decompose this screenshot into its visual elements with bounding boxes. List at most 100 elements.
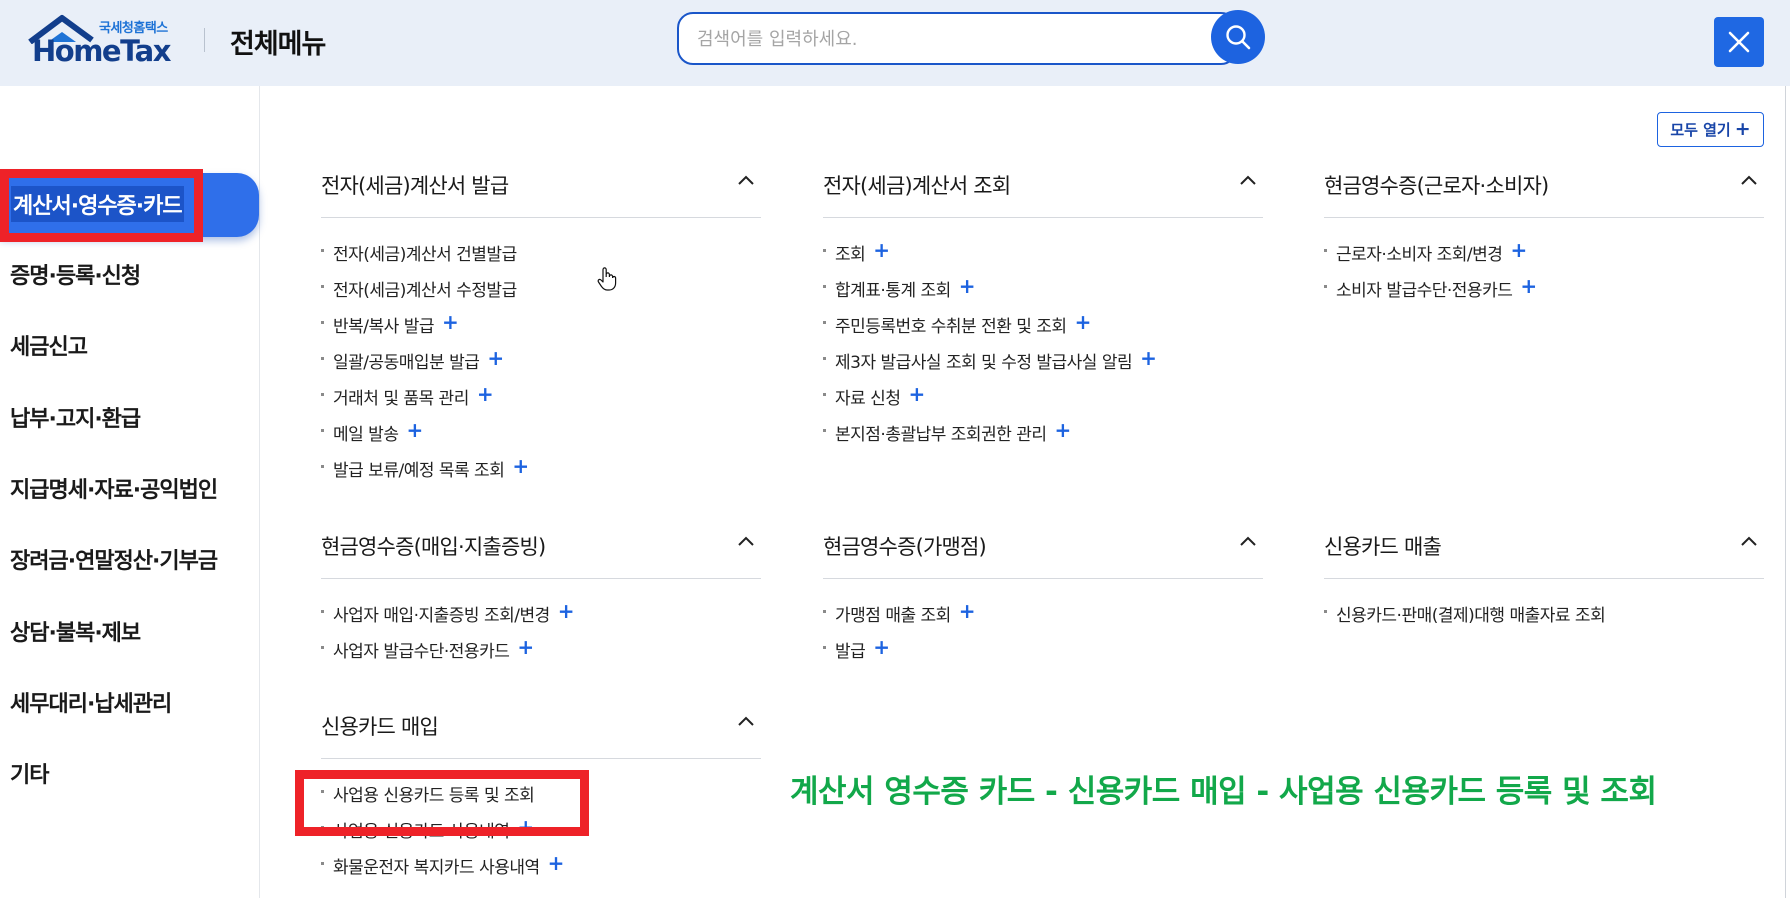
chevron-up-icon[interactable] bbox=[737, 535, 755, 547]
section-list: 근로자·소비자 조회/변경 + 소비자 발급수단·전용카드 + bbox=[1324, 240, 1764, 312]
menu-link[interactable]: 합계표·통계 조회 bbox=[835, 276, 951, 301]
menu-section: 현금영수증(근로자·소비자) 근로자·소비자 조회/변경 + 소비자 발급수단·전… bbox=[1324, 160, 1764, 312]
list-item[interactable]: 자료 신청 + bbox=[823, 384, 1263, 420]
chevron-up-icon[interactable] bbox=[1740, 535, 1758, 547]
menu-link[interactable]: 자료 신청 bbox=[835, 384, 901, 409]
plus-icon[interactable]: + bbox=[1510, 240, 1527, 260]
menu-link[interactable]: 주민등록번호 수취분 전환 및 조회 bbox=[835, 312, 1067, 337]
plus-icon: + bbox=[1734, 118, 1751, 140]
section-header[interactable]: 신용카드 매출 bbox=[1324, 521, 1764, 579]
chevron-up-icon[interactable] bbox=[737, 174, 755, 186]
list-item[interactable]: 화물운전자 복지카드 사용내역 + bbox=[321, 853, 761, 889]
expand-all-button[interactable]: 모두 열기 + bbox=[1657, 112, 1764, 147]
plus-icon[interactable]: + bbox=[873, 637, 890, 657]
list-item[interactable]: 합계표·통계 조회 + bbox=[823, 276, 1263, 312]
menu-link[interactable]: 일괄/공동매입분 발급 bbox=[333, 348, 480, 373]
hometax-logo[interactable]: 국세청홈택스 HomeTax bbox=[26, 14, 186, 68]
plus-icon[interactable]: + bbox=[558, 601, 575, 621]
sidebar-item-incentives[interactable]: 장려금·연말정산·기부금 bbox=[10, 543, 218, 575]
menu-link[interactable]: 화물운전자 복지카드 사용내역 bbox=[333, 853, 540, 878]
menu-link[interactable]: 발급 bbox=[835, 637, 866, 662]
menu-section: 전자(세금)계산서 발급 전자(세금)계산서 건별발급 전자(세금)계산서 수정… bbox=[321, 160, 761, 492]
menu-link[interactable]: 소비자 발급수단·전용카드 bbox=[1336, 276, 1513, 301]
menu-link[interactable]: 사업자 매입·지출증빙 조회/변경 bbox=[333, 601, 550, 626]
plus-icon[interactable]: + bbox=[1055, 420, 1072, 440]
plus-icon[interactable]: + bbox=[1520, 276, 1537, 296]
section-title: 전자(세금)계산서 조회 bbox=[823, 174, 1011, 198]
section-header[interactable]: 현금영수증(매입·지출증빙) bbox=[321, 521, 761, 579]
close-button[interactable] bbox=[1714, 17, 1764, 67]
plus-icon[interactable]: + bbox=[1140, 348, 1157, 368]
menu-link[interactable]: 근로자·소비자 조회/변경 bbox=[1336, 240, 1503, 265]
list-item[interactable]: 소비자 발급수단·전용카드 + bbox=[1324, 276, 1764, 312]
menu-link[interactable]: 전자(세금)계산서 건별발급 bbox=[333, 240, 517, 265]
search-button[interactable] bbox=[1211, 10, 1265, 64]
list-item[interactable]: 전자(세금)계산서 건별발급 bbox=[321, 240, 761, 276]
section-header[interactable]: 전자(세금)계산서 발급 bbox=[321, 160, 761, 218]
section-title: 신용카드 매출 bbox=[1324, 535, 1442, 559]
menu-link[interactable]: 조회 bbox=[835, 240, 866, 265]
menu-link[interactable]: 본지점·총괄납부 조회권한 관리 bbox=[835, 420, 1047, 445]
sidebar-item-payment[interactable]: 납부·고지·환급 bbox=[10, 401, 141, 433]
search-input[interactable] bbox=[697, 24, 1177, 54]
section-header[interactable]: 현금영수증(근로자·소비자) bbox=[1324, 160, 1764, 218]
plus-icon[interactable]: + bbox=[959, 601, 976, 621]
sidebar-item-certification[interactable]: 증명·등록·신청 bbox=[10, 258, 141, 290]
menu-link[interactable]: 반복/복사 발급 bbox=[333, 312, 434, 337]
sidebar-item-tax-agent[interactable]: 세무대리·납세관리 bbox=[10, 686, 172, 718]
section-header[interactable]: 신용카드 매입 bbox=[321, 701, 761, 759]
plus-icon[interactable]: + bbox=[487, 348, 504, 368]
menu-link[interactable]: 전자(세금)계산서 수정발급 bbox=[333, 276, 517, 301]
plus-icon[interactable]: + bbox=[548, 853, 565, 873]
list-item[interactable]: 사업자 발급수단·전용카드 + bbox=[321, 637, 761, 673]
menu-link[interactable]: 신용카드·판매(결제)대행 매출자료 조회 bbox=[1336, 601, 1606, 626]
list-item[interactable]: 조회 + bbox=[823, 240, 1263, 276]
list-item[interactable]: 사업자 매입·지출증빙 조회/변경 + bbox=[321, 601, 761, 637]
menu-link[interactable]: 가맹점 매출 조회 bbox=[835, 601, 951, 626]
list-item[interactable]: 신용카드·판매(결제)대행 매출자료 조회 bbox=[1324, 601, 1764, 637]
plus-icon[interactable]: + bbox=[959, 276, 976, 296]
menu-link[interactable]: 메일 발송 bbox=[333, 420, 399, 445]
list-item[interactable]: 주민등록번호 수취분 전환 및 조회 + bbox=[823, 312, 1263, 348]
list-item[interactable]: 본지점·총괄납부 조회권한 관리 + bbox=[823, 420, 1263, 456]
section-list: 가맹점 매출 조회 + 발급 + bbox=[823, 601, 1263, 673]
list-item[interactable]: 거래처 및 품목 관리 + bbox=[321, 384, 761, 420]
menu-section: 현금영수증(가맹점) 가맹점 매출 조회 + 발급 + bbox=[823, 521, 1263, 673]
sidebar-item-consulting[interactable]: 상담·불복·제보 bbox=[10, 615, 141, 647]
plus-icon[interactable]: + bbox=[1075, 312, 1092, 332]
sidebar: 계산서·영수증·카드 증명·등록·신청 세금신고 납부·고지·환급 지급명세·자… bbox=[0, 86, 260, 898]
plus-icon[interactable]: + bbox=[512, 456, 529, 476]
list-item[interactable]: 근로자·소비자 조회/변경 + bbox=[1324, 240, 1764, 276]
chevron-up-icon[interactable] bbox=[1239, 535, 1257, 547]
list-item[interactable]: 반복/복사 발급 + bbox=[321, 312, 761, 348]
menu-link[interactable]: 사업자 발급수단·전용카드 bbox=[333, 637, 510, 662]
menu-link[interactable]: 제3자 발급사실 조회 및 수정 발급사실 알림 bbox=[835, 348, 1133, 373]
section-title: 신용카드 매입 bbox=[321, 715, 439, 739]
sidebar-item-tax-filing[interactable]: 세금신고 bbox=[10, 329, 88, 361]
sidebar-item-statements[interactable]: 지급명세·자료·공익법인 bbox=[10, 472, 218, 504]
list-item[interactable]: 전자(세금)계산서 수정발급 bbox=[321, 276, 761, 312]
search-box[interactable] bbox=[677, 12, 1237, 65]
chevron-up-icon[interactable] bbox=[1740, 174, 1758, 186]
sidebar-item-etc[interactable]: 기타 bbox=[10, 757, 49, 789]
menu-section: 현금영수증(매입·지출증빙) 사업자 매입·지출증빙 조회/변경 + 사업자 발급… bbox=[321, 521, 761, 673]
plus-icon[interactable]: + bbox=[442, 312, 459, 332]
menu-link[interactable]: 발급 보류/예정 목록 조회 bbox=[333, 456, 505, 481]
list-item[interactable]: 메일 발송 + bbox=[321, 420, 761, 456]
list-item[interactable]: 가맹점 매출 조회 + bbox=[823, 601, 1263, 637]
chevron-up-icon[interactable] bbox=[737, 715, 755, 727]
section-list: 신용카드·판매(결제)대행 매출자료 조회 bbox=[1324, 601, 1764, 637]
plus-icon[interactable]: + bbox=[908, 384, 925, 404]
plus-icon[interactable]: + bbox=[406, 420, 423, 440]
menu-link[interactable]: 거래처 및 품목 관리 bbox=[333, 384, 469, 409]
section-header[interactable]: 현금영수증(가맹점) bbox=[823, 521, 1263, 579]
list-item[interactable]: 일괄/공동매입분 발급 + bbox=[321, 348, 761, 384]
plus-icon[interactable]: + bbox=[477, 384, 494, 404]
plus-icon[interactable]: + bbox=[517, 637, 534, 657]
chevron-up-icon[interactable] bbox=[1239, 174, 1257, 186]
section-header[interactable]: 전자(세금)계산서 조회 bbox=[823, 160, 1263, 218]
list-item[interactable]: 발급 + bbox=[823, 637, 1263, 673]
list-item[interactable]: 제3자 발급사실 조회 및 수정 발급사실 알림 + bbox=[823, 348, 1263, 384]
plus-icon[interactable]: + bbox=[873, 240, 890, 260]
list-item[interactable]: 발급 보류/예정 목록 조회 + bbox=[321, 456, 761, 492]
